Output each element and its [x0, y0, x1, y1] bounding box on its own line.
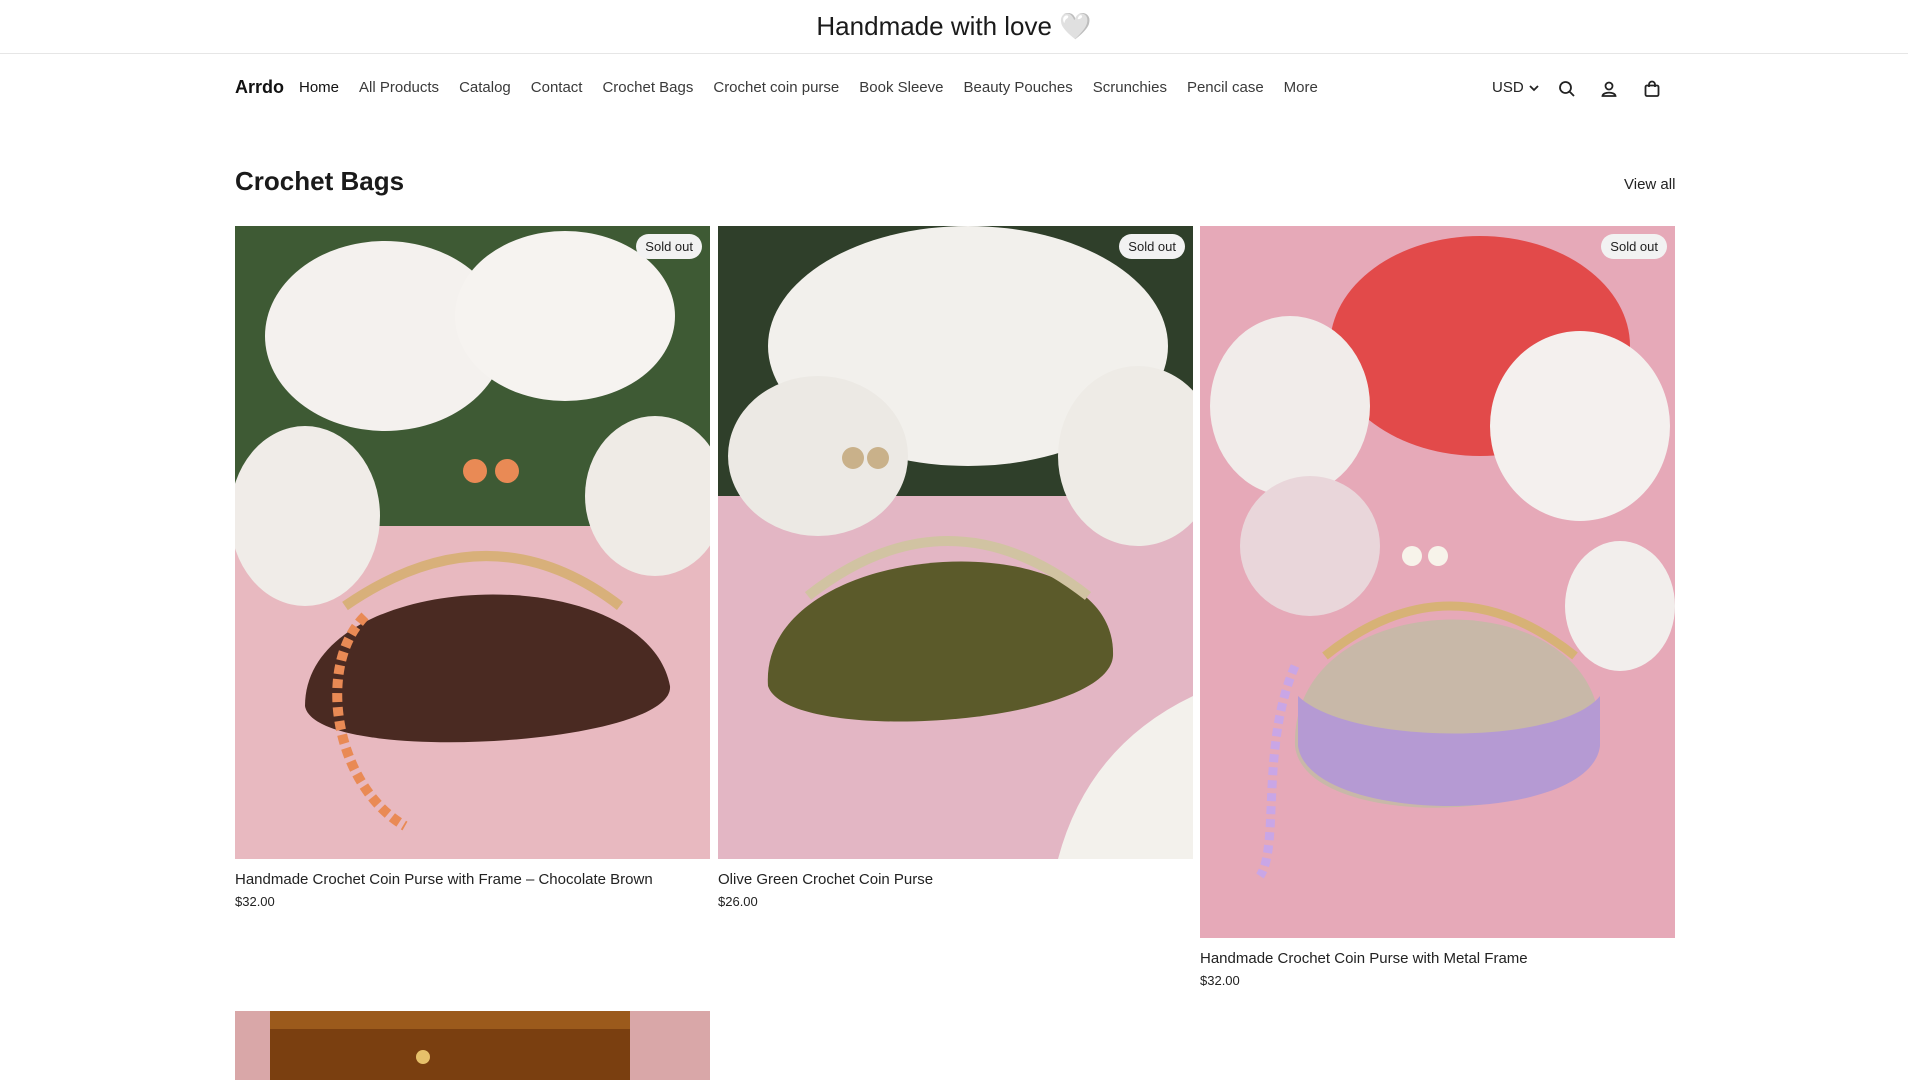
nav-pencil-case[interactable]: Pencil case [1187, 79, 1264, 96]
announcement-bar: Handmade with love 🤍 [0, 0, 1908, 54]
nav-crochet-coin-purse[interactable]: Crochet coin purse [713, 79, 839, 96]
nav-home[interactable]: Home [299, 79, 339, 96]
nav-more[interactable]: More [1284, 79, 1318, 96]
nav-all-products[interactable]: All Products [359, 79, 439, 96]
product-card[interactable]: Sold out Olive Green Crochet Coin Purse … [718, 226, 1193, 909]
nav-crochet-bags[interactable]: Crochet Bags [602, 79, 693, 96]
main-nav: Home All Products Catalog Contact Croche… [299, 79, 1338, 96]
product-title[interactable]: Handmade Crochet Coin Purse with Frame –… [235, 871, 710, 888]
nav-catalog[interactable]: Catalog [459, 79, 511, 96]
product-image: Sold out [235, 226, 710, 859]
sold-out-badge: Sold out [636, 234, 702, 259]
announcement-text: Handmade with love 🤍 [816, 11, 1092, 41]
sold-out-badge: Sold out [1601, 234, 1667, 259]
product-image: Sold out [718, 226, 1193, 859]
product-price: $32.00 [1200, 973, 1240, 988]
product-image: Sold out [1200, 226, 1675, 938]
product-price: $32.00 [235, 894, 275, 909]
cart-icon[interactable] [1641, 78, 1663, 100]
chevron-down-icon [1529, 84, 1539, 91]
search-icon[interactable] [1556, 78, 1578, 100]
product-title[interactable]: Olive Green Crochet Coin Purse [718, 871, 1193, 888]
nav-book-sleeve[interactable]: Book Sleeve [859, 79, 943, 96]
account-icon[interactable] [1598, 78, 1620, 100]
currency-label: USD [1492, 79, 1524, 96]
product-card[interactable]: Sold out Handmade Crochet Coin Purse wit… [235, 226, 710, 909]
product-title[interactable]: Handmade Crochet Coin Purse with Metal F… [1200, 950, 1675, 967]
sold-out-badge: Sold out [1119, 234, 1185, 259]
product-image [235, 1011, 710, 1080]
site-header: Arrdo Home All Products Catalog Contact … [0, 55, 1908, 122]
product-card[interactable] [235, 1011, 710, 1080]
nav-beauty-pouches[interactable]: Beauty Pouches [964, 79, 1073, 96]
nav-contact[interactable]: Contact [531, 79, 583, 96]
product-card[interactable]: Sold out Handmade Crochet Coin Purse wit… [1200, 226, 1675, 988]
currency-selector[interactable]: USD [1492, 79, 1540, 96]
brand-logo[interactable]: Arrdo [235, 77, 284, 98]
section-title: Crochet Bags [235, 166, 405, 196]
nav-scrunchies[interactable]: Scrunchies [1093, 79, 1167, 96]
view-all-link[interactable]: View all [1624, 176, 1675, 193]
product-price: $26.00 [718, 894, 758, 909]
